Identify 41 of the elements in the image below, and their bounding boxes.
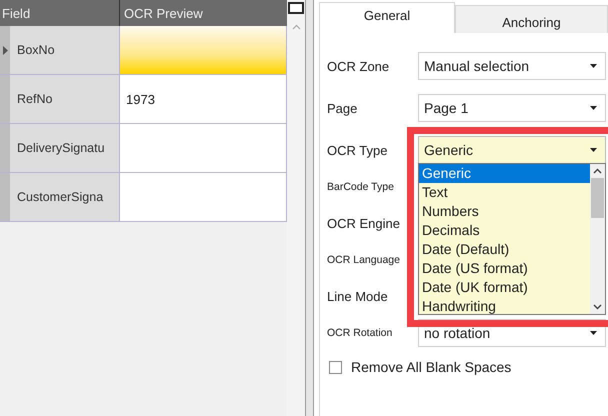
- scrollbar[interactable]: [590, 164, 605, 314]
- scrollbar[interactable]: [287, 0, 305, 416]
- current-row-icon: [3, 46, 8, 54]
- checkbox[interactable]: [329, 360, 342, 374]
- tab[interactable]: General: [319, 2, 455, 33]
- caret-icon: [590, 330, 597, 334]
- dropdown[interactable]: Generic: [418, 136, 606, 164]
- field-label: OCR Zone: [327, 58, 390, 74]
- field-label: BarCode Type: [327, 180, 395, 192]
- dropdown-option[interactable]: Handwriting: [419, 297, 590, 316]
- table-cell: CustomerSigna: [10, 173, 120, 221]
- table-cell: RefNo: [10, 75, 120, 123]
- scroll-thumb[interactable]: [591, 178, 604, 218]
- field-label: OCR Language: [327, 254, 401, 266]
- table-cell: 1973: [120, 75, 287, 123]
- dropdown-option[interactable]: Text: [419, 183, 590, 202]
- dropdown-option[interactable]: Generic: [419, 164, 590, 183]
- field-label: OCR Type: [327, 142, 388, 158]
- dropdown-option[interactable]: Decimals: [419, 221, 590, 240]
- dropdown[interactable]: Page 1: [418, 94, 606, 122]
- checkbox-label[interactable]: Remove All Blank Spaces: [351, 359, 512, 375]
- table-cell: DeliverySignatu: [10, 124, 120, 172]
- row-header[interactable]: [0, 26, 10, 74]
- tab[interactable]: Anchoring: [455, 5, 608, 33]
- dropdown-option[interactable]: Numbers: [419, 202, 590, 221]
- dropdown-option[interactable]: Date (US format): [419, 259, 590, 278]
- dropdown-option[interactable]: Date (Default): [419, 240, 590, 259]
- caret-icon: [590, 64, 597, 68]
- dropdown[interactable]: Manual selection: [418, 52, 606, 80]
- field-label: Line Mode: [327, 288, 389, 304]
- caret-icon: [590, 148, 597, 152]
- field-label: Page: [327, 100, 358, 116]
- field-label: OCR Engine: [327, 216, 401, 230]
- dropdown-option[interactable]: Date (UK format): [419, 278, 590, 297]
- scroll-down-icon[interactable]: [593, 304, 602, 310]
- scroll-up-icon[interactable]: [593, 168, 602, 174]
- column-header[interactable]: OCR Preview: [120, 0, 287, 26]
- caret-icon: [590, 106, 597, 110]
- field-label: OCR Rotation: [327, 326, 394, 338]
- scroll-thumb[interactable]: [288, 2, 304, 14]
- table-cell: BoxNo: [10, 26, 120, 74]
